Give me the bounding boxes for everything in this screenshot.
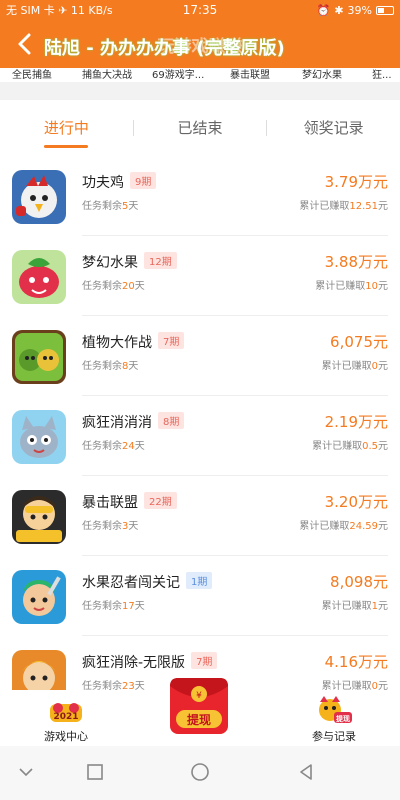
game-center-icon: 2021 [48,696,84,726]
strip-item[interactable]: 捕鱼大决战 [82,68,132,81]
recents-icon[interactable] [85,762,105,782]
list-item[interactable]: 植物大作战 7期 任务剩余8天 6,075元 累计已赚取0元 [0,316,400,396]
kungfu-chicken-icon [12,170,66,224]
game-strip: 全民捕鱼 捕鱼大决战 69游戏字... 暴击联盟 梦幻水果 狂... [0,68,400,82]
earned-total: 累计已赚取12.51元 [299,201,388,212]
issue-badge: 7期 [191,652,218,669]
withdraw-label: 提现 [187,712,211,727]
tab-reward-records[interactable]: 领奖记录 [267,100,400,156]
game-name: 植物大作战 7期 [82,332,185,352]
game-name: 暴击联盟 22期 [82,492,177,512]
prize-amount: 3.20万元 [324,493,388,511]
game-name: 疯狂消消消 8期 [82,412,185,432]
list-item[interactable]: 疯狂消消消 8期 任务剩余24天 2.19万元 累计已赚取0.5元 [0,396,400,476]
home-icon[interactable] [190,762,210,782]
game-list: 功夫鸡 9期 任务剩余5天 3.79万元 累计已赚取12.51元 梦幻水果 12期 … [0,156,400,696]
plants-war-icon [12,330,66,384]
issue-badge: 12期 [144,252,177,269]
tab-ended[interactable]: 已结束 [134,100,267,156]
strip-item[interactable]: 全民捕鱼 [12,68,52,81]
earned-total: 累计已赚取1元 [321,601,388,612]
days-remaining: 任务剩余17天 [82,601,145,612]
red-envelope-icon: ¥ 提现 [170,678,228,734]
dream-fruit-icon [12,250,66,304]
prize-amount: 6,075元 [330,333,388,351]
strip-item[interactable]: 梦幻水果 [302,68,342,81]
title-bar: 玩游戏赚赚 陆旭 - 办办办办事 (完整原版) [0,20,400,68]
earned-total: 累计已赚取24.59元 [299,521,388,532]
participation-records-badge: 提现 [335,714,350,723]
nav-participation-records-label: 参与记录 [312,730,356,743]
status-bar: 无 SIM 卡 ✈ 11 KB/s 17:35 ⏰ ✱ 39% [0,0,400,20]
prize-amount: 2.19万元 [324,413,388,431]
status-right: ⏰ ✱ 39% [317,4,394,17]
hide-nav-icon[interactable] [16,762,36,782]
withdraw-button[interactable]: ¥ 提现 [162,674,236,738]
prize-amount: 3.79万元 [324,173,388,191]
battery-icon [376,5,394,15]
prize-amount: 4.16万元 [324,653,388,671]
fruit-ninja-icon [12,570,66,624]
earned-total: 累计已赚取0元 [321,361,388,372]
nav-game-center-label: 游戏中心 [44,730,88,743]
bluetooth-icon: ✱ [334,3,344,17]
alarm-icon: ⏰ [316,3,331,17]
game-name: 水果忍者闯关记 1期 [82,572,213,592]
prize-amount: 3.88万元 [324,253,388,271]
list-item[interactable]: 水果忍者闯关记 1期 任务剩余17天 8,098元 累计已赚取1元 [0,556,400,636]
system-nav-bar [0,746,400,800]
days-remaining: 任务剩余5天 [82,201,139,212]
strip-item[interactable]: 暴击联盟 [230,68,270,81]
game-name: 疯狂消除-无限版 7期 [82,652,218,672]
issue-badge: 9期 [130,172,157,189]
page-title: 陆旭 - 办办办办事 (完整原版) [44,38,285,59]
days-remaining: 任务剩余3天 [82,521,139,532]
battery-text: 39% [347,3,372,17]
crazy-match-icon [12,410,66,464]
list-item[interactable]: 暴击联盟 22期 任务剩余3天 3.20万元 累计已赚取24.59元 [0,476,400,556]
list-item[interactable]: 梦幻水果 12期 任务剩余20天 3.88万元 累计已赚取10元 [0,236,400,316]
issue-badge: 8期 [158,412,185,429]
nav-game-center[interactable]: 2021 游戏中心 [16,690,116,746]
issue-badge: 1期 [186,572,213,589]
days-remaining: 任务剩余24天 [82,441,145,452]
issue-badge: 22期 [144,492,177,509]
issue-badge: 7期 [158,332,185,349]
strip-item[interactable]: 69游戏字... [152,68,204,81]
strip-item[interactable]: 狂... [372,68,392,81]
earned-total: 累计已赚取0.5元 [312,441,388,452]
earned-total: 累计已赚取10元 [315,281,388,292]
game-name: 功夫鸡 9期 [82,172,157,192]
prize-amount: 8,098元 [330,573,388,591]
tab-in-progress[interactable]: 进行中 [0,100,133,156]
game-name: 梦幻水果 12期 [82,252,177,272]
days-remaining: 任务剩余20天 [82,281,145,292]
back-nav-icon[interactable] [296,762,316,782]
strike-alliance-icon [12,490,66,544]
participation-records-icon: 提现 [316,696,352,726]
nav-participation-records[interactable]: 提现 参与记录 [284,690,384,746]
section-gap [0,82,400,100]
days-remaining: 任务剩余8天 [82,361,139,372]
game-center-badge: 2021 [53,712,78,722]
svg-text:¥: ¥ [196,691,202,701]
list-item[interactable]: 功夫鸡 9期 任务剩余5天 3.79万元 累计已赚取12.51元 [0,156,400,236]
tab-bar: 进行中 已结束 领奖记录 [0,100,400,156]
